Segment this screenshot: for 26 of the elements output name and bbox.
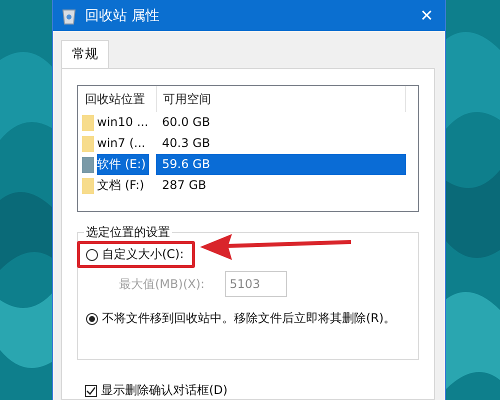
free-space[interactable]: 287 GB <box>156 175 406 196</box>
folder-icon <box>82 156 94 172</box>
radio-button[interactable] <box>86 248 98 260</box>
free-space[interactable]: 40.3 GB <box>156 133 406 154</box>
folder-icon <box>82 178 94 194</box>
location-name[interactable]: 软件 (E:) <box>97 154 149 175</box>
group-title: 选定位置的设置 <box>84 224 172 241</box>
radio-label[interactable]: 不将文件移到回收站中。移除文件后立即将其删除(R)。 <box>102 310 396 327</box>
location-name[interactable]: 文档 (F:) <box>97 175 148 196</box>
radio-button[interactable] <box>86 312 98 324</box>
folder-icon <box>82 136 94 152</box>
close-button[interactable]: ✕ <box>416 6 437 26</box>
tab[interactable]: 常规 <box>61 40 109 68</box>
location-name[interactable]: win7 (... <box>97 133 148 154</box>
field-label: 最大值(MB)(X): <box>119 276 205 292</box>
folder-icon <box>82 114 94 130</box>
free-space[interactable]: 59.6 GB <box>156 154 406 175</box>
checkbox-label[interactable]: 显示删除确认对话框(D) <box>101 382 228 399</box>
recycle-bin-icon <box>61 6 77 24</box>
column-header[interactable]: 可用空间 <box>156 86 406 112</box>
free-space[interactable]: 60.0 GB <box>156 112 406 133</box>
column-header[interactable]: 回收站位置 <box>82 86 156 112</box>
window-title: 回收站 属性 <box>85 6 160 24</box>
checkbox[interactable] <box>85 384 97 396</box>
radio-label[interactable]: 自定义大小(C): <box>102 246 184 263</box>
location-name[interactable]: win10 ... <box>97 112 152 133</box>
